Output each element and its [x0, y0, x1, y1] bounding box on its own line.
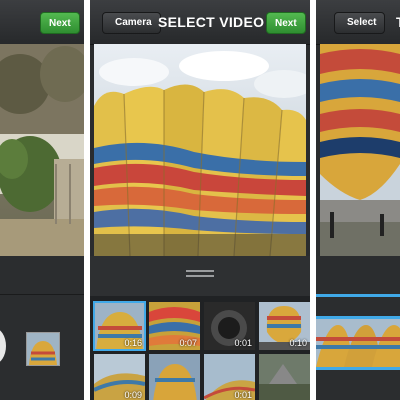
- drag-handle-bar[interactable]: [90, 256, 310, 296]
- video-preview[interactable]: [94, 44, 306, 256]
- thumbnail-duration: 0:01: [234, 338, 252, 348]
- thumbnail-duration: 0:09: [124, 390, 142, 400]
- center-next-button[interactable]: Next: [266, 12, 306, 34]
- select-button[interactable]: Select: [334, 12, 386, 34]
- thumbnail-duration: 0:16: [124, 338, 142, 348]
- left-next-button[interactable]: Next: [40, 12, 80, 34]
- thumbnail-item[interactable]: [259, 354, 310, 400]
- right-preview-image: [320, 44, 400, 256]
- thumbnail-item[interactable]: 0:07: [149, 302, 200, 350]
- right-bottom-area: [316, 256, 400, 400]
- thumbnail-item[interactable]: 0:16: [93, 301, 146, 351]
- thumbnail-duration: 0:07: [179, 338, 197, 348]
- thumbnail-grid: 0:16 0:07 0:01 0:10 0:09 0:01: [90, 296, 310, 400]
- left-preview-image: [0, 44, 84, 256]
- center-screen: Camera SELECT VIDEO Next 0:16 0:07 0:01 …: [90, 0, 310, 400]
- thumbnail-item[interactable]: 0:01: [204, 302, 255, 350]
- timeline-top-line: [316, 294, 400, 297]
- left-video-preview: [0, 44, 84, 256]
- drag-handle-icon[interactable]: [186, 270, 214, 280]
- balloon-preview-image: [94, 44, 306, 256]
- right-top-bar: Select T: [316, 0, 400, 45]
- record-button-partial[interactable]: [0, 328, 6, 364]
- thumbnail-item[interactable]: 0:09: [94, 354, 145, 400]
- right-video-preview[interactable]: [320, 44, 400, 256]
- camera-button[interactable]: Camera: [102, 12, 161, 34]
- thumbnail-item[interactable]: 0:01: [204, 354, 255, 400]
- left-screen: Next: [0, 0, 84, 400]
- thumbnail-item[interactable]: [149, 354, 200, 400]
- thumbnail-duration: 0:01: [234, 390, 252, 400]
- right-title-partial: T: [396, 0, 400, 44]
- thumbnail-item[interactable]: 0:10: [259, 302, 310, 350]
- left-bottom-divider: [0, 294, 84, 295]
- page-title: SELECT VIDEO: [158, 14, 265, 30]
- right-screen: Select T: [316, 0, 400, 400]
- left-recent-thumbnail[interactable]: [26, 332, 60, 366]
- thumbnail-duration: 0:10: [289, 338, 307, 348]
- left-bottom-area: [0, 256, 84, 400]
- left-top-bar: Next: [0, 0, 84, 45]
- center-top-bar: Camera SELECT VIDEO Next: [90, 0, 310, 45]
- timeline-strip[interactable]: [316, 316, 400, 370]
